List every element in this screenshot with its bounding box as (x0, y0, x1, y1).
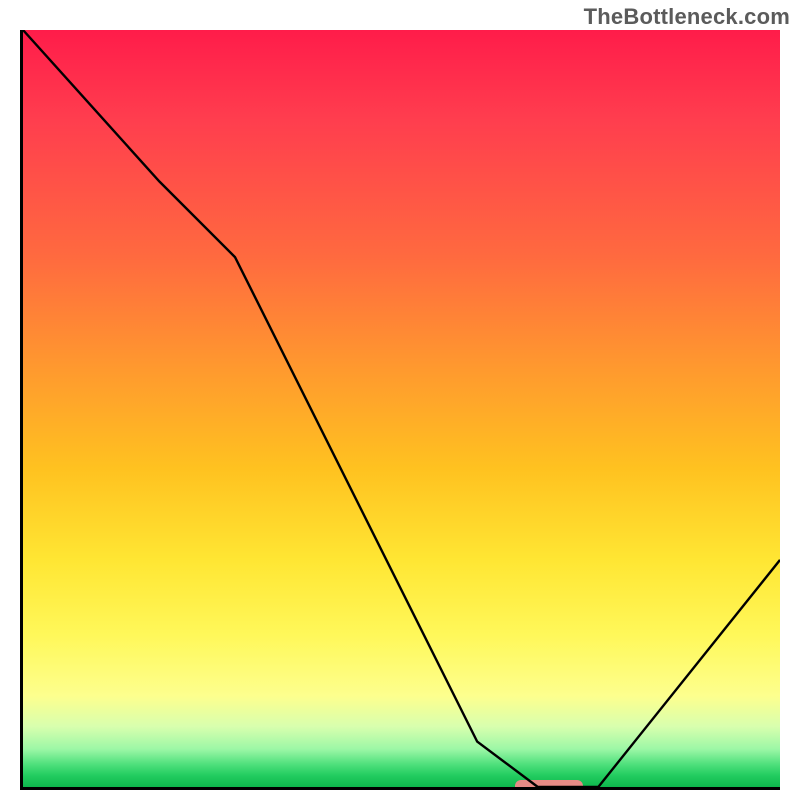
chart-container: TheBottleneck.com (0, 0, 800, 800)
bottleneck-curve (23, 30, 780, 787)
watermark-text: TheBottleneck.com (584, 4, 790, 30)
plot-area (20, 30, 780, 790)
